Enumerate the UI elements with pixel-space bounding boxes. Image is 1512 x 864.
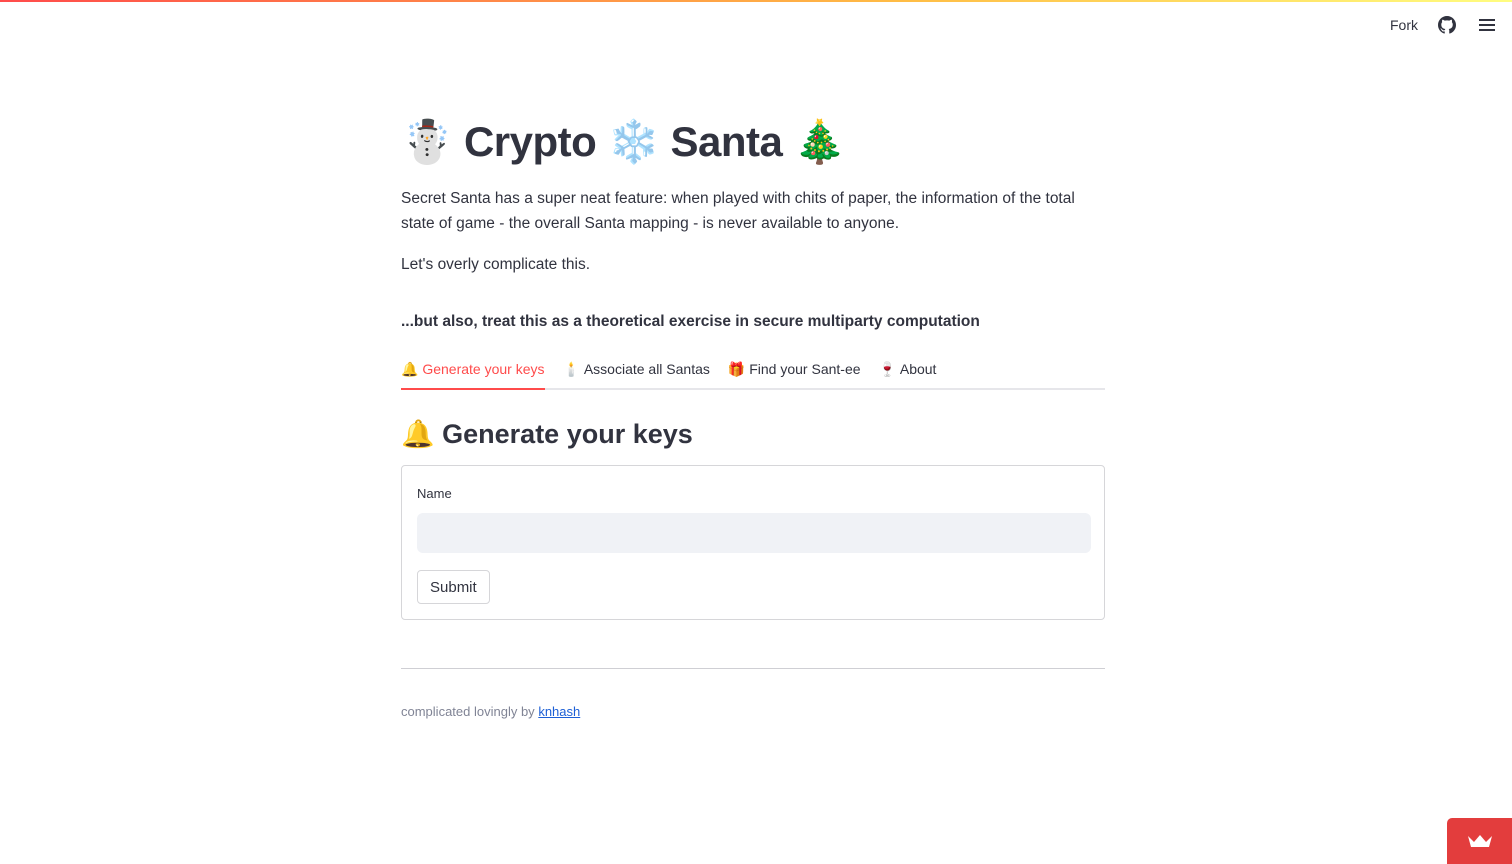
intro-paragraph-2: Let's overly complicate this. bbox=[401, 256, 591, 273]
author-link[interactable]: knhash bbox=[538, 704, 580, 719]
page-title: ☃️ Crypto ❄️ Santa 🎄 bbox=[401, 102, 1105, 182]
tab-label: Generate your keys bbox=[422, 361, 545, 377]
tab-associate-santas[interactable]: 🕯️ Associate all Santas bbox=[563, 361, 710, 388]
section-title-text: Generate your keys bbox=[442, 418, 693, 449]
tab-label: About bbox=[899, 361, 937, 377]
christmas-tree-icon: 🎄 bbox=[793, 117, 846, 165]
tab-about[interactable]: 🍷 About bbox=[879, 361, 937, 388]
title-word-crypto: Crypto bbox=[463, 118, 597, 165]
footer-divider bbox=[401, 668, 1105, 669]
footer-credit-text: complicated lovingly by bbox=[401, 704, 535, 719]
name-label: Name bbox=[417, 486, 452, 501]
app-header: Fork bbox=[1212, 2, 1512, 48]
tab-bar: 🔔 Generate your keys 🕯️ Associate all Sa… bbox=[401, 352, 1105, 390]
gift-icon: 🎁 bbox=[727, 361, 746, 377]
generate-keys-form: Name Submit bbox=[401, 465, 1105, 620]
snowman-icon: ☃️ bbox=[401, 117, 453, 165]
bell-icon: 🔔 bbox=[401, 361, 419, 377]
disclaimer-text: ...but also, treat this as a theoretical… bbox=[401, 313, 980, 330]
candle-icon: 🕯️ bbox=[562, 361, 580, 377]
name-input[interactable] bbox=[417, 513, 1091, 553]
streamlit-badge[interactable] bbox=[1447, 818, 1512, 864]
footer-credit: complicated lovingly by knhash bbox=[401, 704, 1105, 719]
tab-find-santee[interactable]: 🎁 Find your Sant-ee bbox=[728, 361, 861, 388]
title-word-santa: Santa bbox=[670, 118, 783, 165]
tab-label: Find your Sant-ee bbox=[749, 361, 861, 377]
fork-link[interactable]: Fork bbox=[1390, 17, 1418, 33]
crown-icon bbox=[1467, 835, 1492, 847]
hamburger-menu-icon[interactable] bbox=[1476, 14, 1498, 36]
tab-label: Associate all Santas bbox=[583, 361, 710, 377]
github-icon[interactable] bbox=[1436, 14, 1458, 36]
snowflake-icon: ❄️ bbox=[607, 117, 660, 165]
bell-icon: 🔔 bbox=[401, 419, 435, 449]
intro-paragraph: Secret Santa has a super neat feature: w… bbox=[401, 190, 1075, 232]
wine-glass-icon: 🍷 bbox=[878, 361, 896, 377]
main-content: ☃️ Crypto ❄️ Santa 🎄 Secret Santa has a … bbox=[401, 100, 1105, 719]
tab-generate-keys[interactable]: 🔔 Generate your keys bbox=[401, 361, 545, 390]
submit-button[interactable]: Submit bbox=[417, 570, 490, 604]
section-title: 🔔 Generate your keys bbox=[401, 414, 1105, 454]
